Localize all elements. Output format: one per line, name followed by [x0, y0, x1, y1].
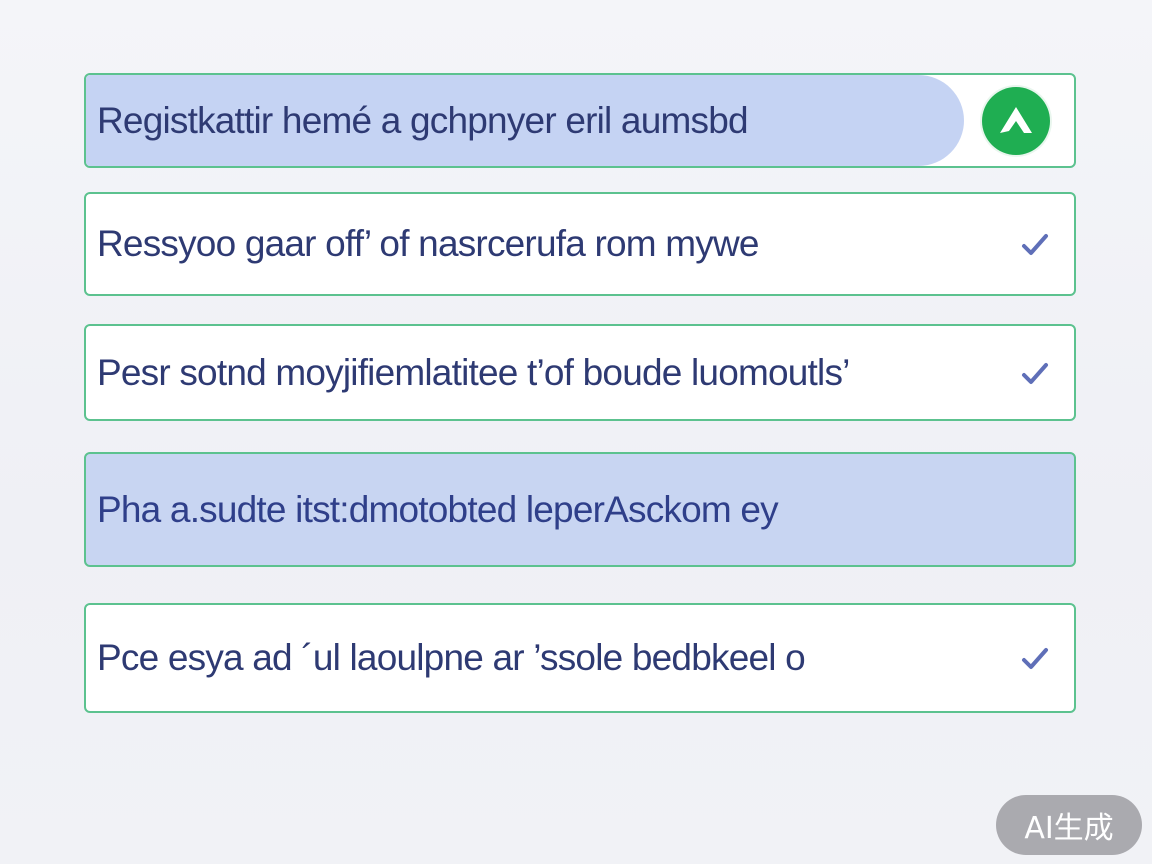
option-row-3-label: Pesr sotnd moyjifiemlatitee t’of boude l… — [97, 351, 850, 393]
ai-generated-watermark: AI生成 — [996, 795, 1142, 855]
option-row-4[interactable]: Pha a.sudte itst:dmotobted leperAsckom e… — [84, 452, 1076, 567]
option-row-4-label: Pha a.sudte itst:dmotobted leperAsckom e… — [97, 488, 779, 530]
option-row-1-label: Registkattir hemé a gchpnyer eril aumsbd — [97, 99, 749, 141]
check-icon — [1022, 648, 1048, 669]
option-row-5-label: Pce esya ad ´ul laoulpne ar ’ssole bedbk… — [97, 637, 806, 678]
check-icon — [1022, 234, 1048, 255]
option-row-1[interactable]: Registkattir hemé a gchpnyer eril aumsbd — [84, 73, 1076, 168]
up-arrow-badge-icon[interactable] — [982, 86, 1050, 155]
option-row-5[interactable]: Pce esya ad ´ul laoulpne ar ’ssole bedbk… — [84, 603, 1076, 713]
option-row-2[interactable]: Ressyoo gaar off’ of nasrcerufa rom mywe — [84, 192, 1076, 296]
option-row-2-label: Ressyoo gaar off’ of nasrcerufa rom mywe — [97, 223, 759, 264]
check-icon — [1022, 362, 1048, 384]
option-row-3[interactable]: Pesr sotnd moyjifiemlatitee t’of boude l… — [84, 324, 1076, 421]
